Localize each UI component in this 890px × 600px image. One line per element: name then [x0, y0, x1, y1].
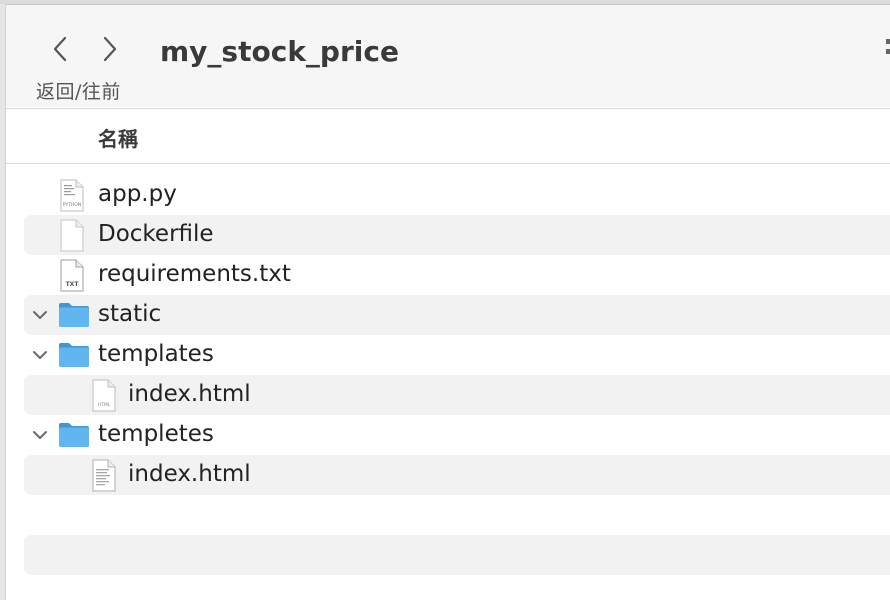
blank-file-icon	[60, 219, 84, 252]
file-name: Dockerfile	[98, 221, 214, 247]
file-name: templates	[98, 341, 214, 367]
list-item[interactable]: HTML index.html	[24, 375, 890, 415]
python-file-icon: PYTHON	[60, 179, 84, 212]
nav-label: 返回/往前	[36, 81, 121, 103]
list-item[interactable]: Dockerfile	[24, 215, 890, 255]
list-item[interactable]: static	[24, 295, 890, 335]
html-file-icon	[92, 459, 116, 492]
list-item[interactable]: index.html	[24, 455, 890, 495]
chevron-right-icon	[103, 36, 117, 62]
file-badge: PYTHON	[63, 202, 81, 208]
chevron-left-icon	[53, 36, 67, 62]
finder-window: 返回/往前 my_stock_price 名稱 PYTHON app.py Do…	[0, 0, 890, 600]
folder-icon	[59, 423, 89, 447]
empty-row	[24, 495, 890, 535]
file-name: static	[98, 301, 162, 327]
text-file-icon: TXT	[60, 259, 84, 292]
chevron-down-icon[interactable]	[32, 347, 48, 363]
folder-icon	[59, 303, 89, 327]
column-header: 名稱	[6, 108, 890, 164]
list-item[interactable]: TXT requirements.txt	[24, 255, 890, 295]
file-badge: HTML	[98, 402, 111, 408]
chevron-down-icon[interactable]	[32, 427, 48, 443]
folder-title: my_stock_price	[160, 35, 399, 68]
empty-row	[24, 535, 890, 575]
file-name: index.html	[128, 381, 251, 407]
toolbar-edge-icon	[886, 39, 890, 54]
file-name: index.html	[128, 461, 251, 487]
toolbar: 返回/往前 my_stock_price	[6, 5, 890, 107]
file-name: requirements.txt	[98, 261, 291, 287]
list-item[interactable]: PYTHON app.py	[24, 175, 890, 215]
list-item[interactable]: templetes	[24, 415, 890, 455]
forward-button[interactable]	[92, 31, 128, 67]
folder-icon	[59, 343, 89, 367]
file-badge: TXT	[66, 281, 80, 288]
file-list: PYTHON app.py Dockerfile TXT requirement…	[24, 175, 890, 575]
html-file-icon: HTML	[92, 379, 116, 412]
list-item[interactable]: templates	[24, 335, 890, 375]
back-button[interactable]	[42, 31, 78, 67]
file-name: templetes	[98, 421, 214, 447]
file-name: app.py	[98, 181, 177, 207]
column-name-header[interactable]: 名稱	[98, 123, 138, 152]
chevron-down-icon[interactable]	[32, 307, 48, 323]
